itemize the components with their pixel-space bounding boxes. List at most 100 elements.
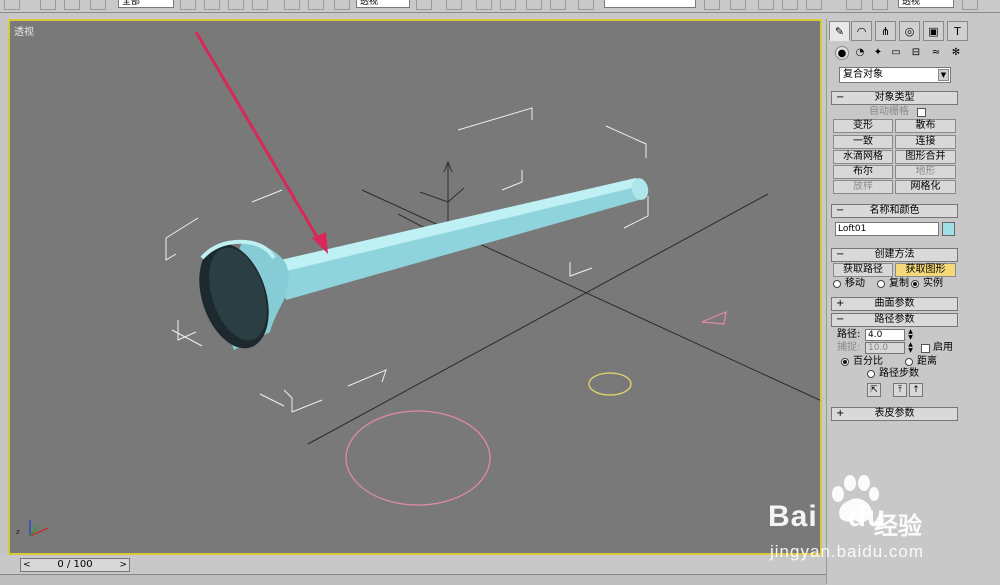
creation-method-rollout[interactable]: − 创建方法 xyxy=(831,248,958,262)
get-shape-button[interactable]: 获取图形 xyxy=(895,263,956,277)
layers-icon[interactable] xyxy=(90,0,106,10)
render-setup-icon[interactable] xyxy=(872,0,888,10)
percent-label: 百分比 xyxy=(853,356,883,367)
scatter-button[interactable]: 散布 xyxy=(895,119,956,133)
path-steps-radio[interactable] xyxy=(867,370,875,378)
cameras-icon[interactable]: ▭ xyxy=(889,46,903,60)
select-by-name-icon[interactable] xyxy=(204,0,220,10)
surface-params-rollout[interactable]: + 曲面参数 xyxy=(831,297,958,311)
enable-checkbox[interactable] xyxy=(921,344,930,353)
layer-manager-icon[interactable] xyxy=(758,0,774,10)
select-icon[interactable] xyxy=(180,0,196,10)
copy-radio[interactable] xyxy=(877,280,885,288)
autogrid-checkbox[interactable] xyxy=(917,108,926,117)
selected-circle-shape xyxy=(588,372,632,396)
rollout-title: 名称和颜色 xyxy=(869,205,920,216)
path-spinner[interactable]: ▲ ▼ xyxy=(907,329,914,341)
expand-icon: + xyxy=(836,298,845,309)
tab-display-icon[interactable]: ▣ xyxy=(923,21,944,41)
instance-label: 实例 xyxy=(923,278,943,289)
path-label: 路径: xyxy=(837,329,861,340)
skin-params-rollout[interactable]: + 表皮参数 xyxy=(831,407,958,421)
spinner-snap-icon[interactable] xyxy=(550,0,566,10)
perspective-viewport[interactable]: z 透视 xyxy=(8,19,822,555)
viewport-label[interactable]: 透视 xyxy=(14,23,34,38)
pivot-icon[interactable] xyxy=(416,0,432,10)
move-icon[interactable] xyxy=(284,0,300,10)
tab-utilities-icon[interactable]: T xyxy=(947,21,968,41)
tab-modify-icon[interactable]: ◠ xyxy=(851,21,872,41)
tab-create-icon[interactable]: ✎ xyxy=(829,21,850,41)
helpers-icon[interactable]: ⊟ xyxy=(909,46,923,60)
tab-hierarchy-icon[interactable]: ⋔ xyxy=(875,21,896,41)
select-manipulate-icon[interactable] xyxy=(446,0,462,10)
unlink-icon[interactable] xyxy=(40,0,56,10)
rollout-title: 曲面参数 xyxy=(874,298,915,309)
prev-shape-icon[interactable]: ⤒ xyxy=(893,383,907,397)
window-crossing-icon[interactable] xyxy=(252,0,268,10)
render-type-dropdown[interactable]: 透视 xyxy=(898,0,954,8)
object-type-rollout[interactable]: − 对象类型 xyxy=(831,91,958,105)
rotate-icon[interactable] xyxy=(308,0,324,10)
lights-icon[interactable]: ✦ xyxy=(871,46,885,60)
pick-shape-icon[interactable]: ⇱ xyxy=(867,383,881,397)
track-bar[interactable] xyxy=(0,574,826,585)
bind-icon[interactable] xyxy=(64,0,80,10)
selection-filter-dropdown[interactable]: 全部 xyxy=(118,0,174,8)
watermark-logo: Bai du xyxy=(768,500,886,534)
snap-spinner[interactable]: ▲ ▼ xyxy=(907,342,914,354)
instance-radio[interactable] xyxy=(911,280,919,288)
time-prev-button[interactable]: < xyxy=(23,559,31,571)
category-value: 复合对象 xyxy=(843,69,883,80)
angle-snap-icon[interactable] xyxy=(500,0,516,10)
geometry-icon[interactable]: ● xyxy=(835,46,849,60)
rollout-title: 路径参数 xyxy=(874,314,915,325)
terrain-button[interactable]: 地形 xyxy=(895,165,956,179)
conform-button[interactable]: 一致 xyxy=(833,135,893,149)
time-next-button[interactable]: > xyxy=(119,559,127,571)
named-selection-dropdown[interactable] xyxy=(604,0,696,8)
autogrid-label: 自动栅格 xyxy=(869,106,909,117)
connect-button[interactable]: 连接 xyxy=(895,135,956,149)
align-icon[interactable] xyxy=(730,0,746,10)
percent-radio[interactable] xyxy=(841,358,849,366)
rect-select-icon[interactable] xyxy=(228,0,244,10)
get-path-button[interactable]: 获取路径 xyxy=(833,263,893,277)
mirror-icon[interactable] xyxy=(704,0,720,10)
shapes-icon[interactable]: ◔ xyxy=(853,46,867,60)
move-radio[interactable] xyxy=(833,280,841,288)
reference-coord-dropdown[interactable]: 透视 xyxy=(356,0,410,8)
shapemerge-button[interactable]: 图形合并 xyxy=(895,150,956,164)
spacewarps-icon[interactable]: ≈ xyxy=(929,46,943,60)
boolean-button[interactable]: 布尔 xyxy=(833,165,893,179)
edit-named-sel-icon[interactable] xyxy=(578,0,594,10)
quick-render-icon[interactable] xyxy=(962,0,978,10)
category-dropdown[interactable]: 复合对象 ▼ xyxy=(839,67,951,83)
systems-icon[interactable]: ✻ xyxy=(949,46,963,60)
schematic-icon[interactable] xyxy=(806,0,822,10)
loft-button[interactable]: 放样 xyxy=(833,180,893,194)
mesher-button[interactable]: 网格化 xyxy=(895,180,956,194)
morph-button[interactable]: 变形 xyxy=(833,119,893,133)
select-link-icon[interactable] xyxy=(4,0,20,10)
path-params-rollout[interactable]: − 路径参数 xyxy=(831,313,958,327)
path-input[interactable]: 4.0 xyxy=(865,329,905,341)
snap-input[interactable]: 10.0 xyxy=(865,342,905,354)
watermark: Bai du 经验 jingyan.baidu.com xyxy=(760,470,1000,570)
next-shape-icon[interactable]: ↑ xyxy=(909,383,923,397)
scale-icon[interactable] xyxy=(334,0,350,10)
object-name-input[interactable]: Loft01 xyxy=(835,222,939,236)
distance-radio[interactable] xyxy=(905,358,913,366)
name-color-rollout[interactable]: − 名称和颜色 xyxy=(831,204,958,218)
triangle-shape xyxy=(701,311,727,325)
snap-icon[interactable] xyxy=(476,0,492,10)
tab-motion-icon[interactable]: ◎ xyxy=(899,21,920,41)
blobmesh-button[interactable]: 水滴网格 xyxy=(833,150,893,164)
percent-snap-icon[interactable] xyxy=(526,0,542,10)
time-slider[interactable]: < 0 / 100 > xyxy=(20,558,130,572)
object-color-swatch[interactable] xyxy=(942,222,955,236)
time-slider-value: 0 / 100 xyxy=(57,559,93,570)
material-editor-icon[interactable] xyxy=(846,0,862,10)
collapse-icon: − xyxy=(836,249,845,260)
curve-editor-icon[interactable] xyxy=(782,0,798,10)
